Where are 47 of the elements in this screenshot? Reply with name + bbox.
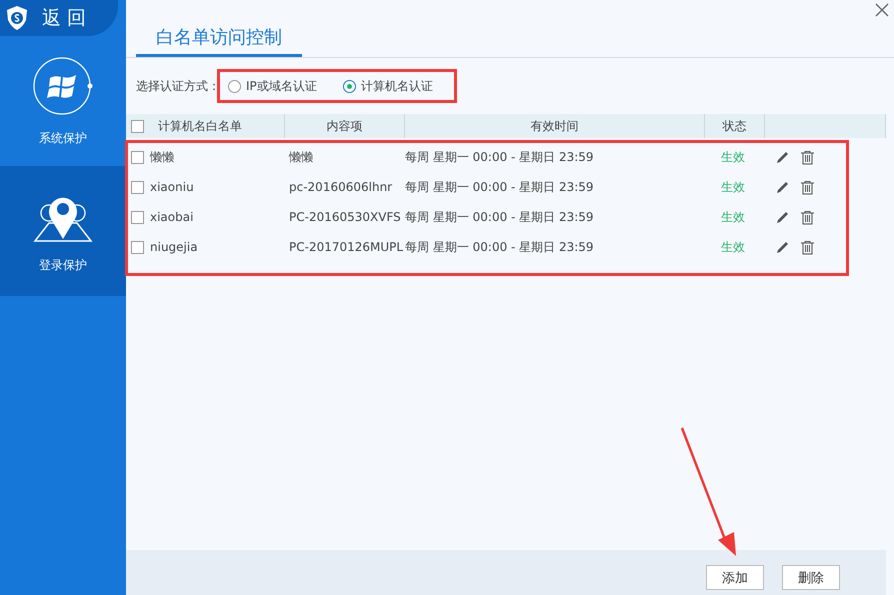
radio-label: 计算机名认证 bbox=[360, 78, 433, 94]
table-cell-text: 懒懒 bbox=[288, 148, 314, 166]
radio-label: IP或域名认证 bbox=[246, 78, 317, 94]
row-checkbox[interactable] bbox=[131, 240, 144, 254]
delete-trash-icon[interactable] bbox=[800, 180, 815, 194]
table-cell: 懒懒 bbox=[150, 148, 174, 166]
delete-trash-icon[interactable] bbox=[800, 150, 815, 164]
delete-trash-icon[interactable] bbox=[800, 240, 815, 254]
status-text: 生效 bbox=[720, 178, 746, 196]
auth-mode-label: 选择认证方式： bbox=[136, 78, 220, 94]
status-text: 生效 bbox=[720, 208, 746, 226]
column-header: 内容项 bbox=[326, 118, 362, 134]
table-cell: niugejia bbox=[150, 240, 198, 254]
row-checkbox[interactable] bbox=[131, 180, 144, 194]
edit-pencil-icon[interactable] bbox=[775, 210, 790, 224]
page-title-tab[interactable]: 白名单访问控制 bbox=[136, 25, 302, 57]
status-text: 生效 bbox=[720, 148, 746, 166]
table-cell: xiaoniu bbox=[150, 180, 194, 194]
shield-logo-icon bbox=[6, 5, 28, 31]
action-button[interactable]: 删除 bbox=[782, 565, 840, 590]
radio-button[interactable] bbox=[342, 80, 356, 92]
edit-pencil-icon[interactable] bbox=[775, 150, 790, 164]
radio-button[interactable] bbox=[228, 80, 241, 92]
select-all-checkbox[interactable] bbox=[131, 120, 144, 132]
row-checkbox[interactable] bbox=[131, 150, 144, 164]
table-cell-text: 每周 星期一 00:00 - 星期日 23:59 bbox=[405, 178, 595, 196]
sidebar-item[interactable]: 登录保护 bbox=[0, 166, 126, 296]
row-checkbox[interactable] bbox=[131, 210, 144, 224]
column-header: 有效时间 bbox=[530, 118, 578, 134]
table-cell-text: 每周 星期一 00:00 - 星期日 23:59 bbox=[405, 238, 595, 256]
table-cell-text: pc-20160606lhnr bbox=[288, 180, 394, 194]
table-cell-text: PC-20170126MUPL bbox=[288, 240, 404, 254]
close-icon[interactable] bbox=[874, 2, 890, 18]
edit-pencil-icon[interactable] bbox=[775, 240, 790, 254]
status-text: 生效 bbox=[720, 238, 746, 256]
column-header: 状态 bbox=[722, 118, 746, 134]
back-button[interactable]: 返 回 bbox=[0, 0, 118, 36]
table-cell-text: 每周 星期一 00:00 - 星期日 23:59 bbox=[405, 148, 595, 166]
column-header: 计算机名白名单 bbox=[158, 118, 242, 134]
table-cell-text: 每周 星期一 00:00 - 星期日 23:59 bbox=[405, 208, 595, 226]
delete-trash-icon[interactable] bbox=[800, 210, 815, 224]
table-cell-text: PC-20160530XVFS bbox=[288, 210, 402, 224]
edit-pencil-icon[interactable] bbox=[775, 180, 790, 194]
table-cell: xiaobai bbox=[150, 210, 194, 224]
sidebar-item[interactable]: 系统保护 bbox=[0, 36, 126, 166]
action-button[interactable]: 添加 bbox=[706, 565, 764, 590]
windows-logo-icon bbox=[32, 56, 94, 118]
